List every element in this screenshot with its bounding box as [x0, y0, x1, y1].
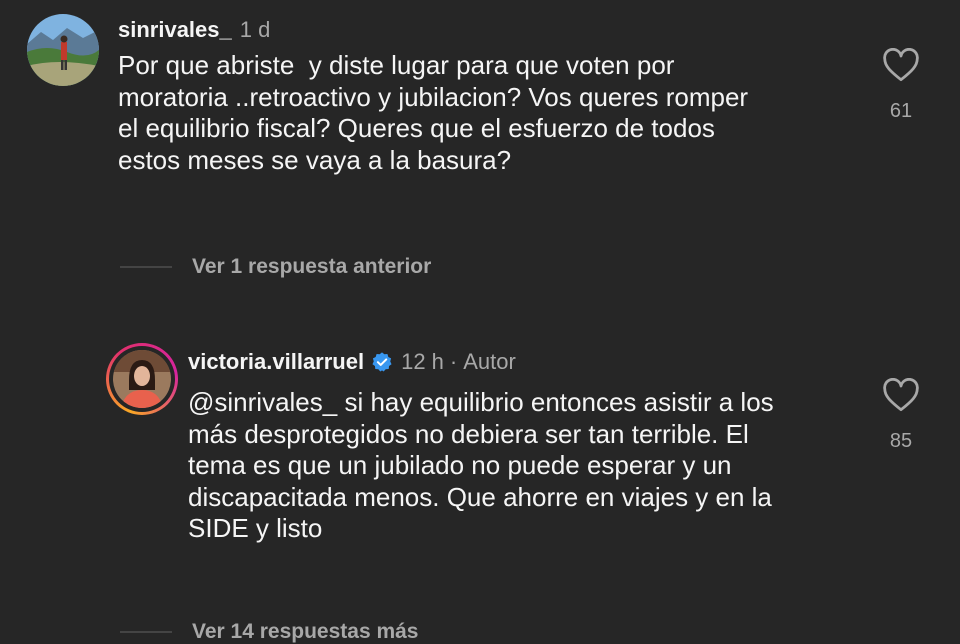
- comment-text: @sinrivales_ si hay equilibrio entonces …: [188, 387, 774, 543]
- verified-badge-icon: [371, 351, 393, 373]
- view-previous-replies[interactable]: Ver 1 respuesta anterior: [120, 255, 431, 279]
- author-label: Autor: [463, 349, 516, 374]
- like-count: 61: [889, 100, 913, 122]
- like-button[interactable]: 85: [871, 378, 931, 453]
- avatar[interactable]: [27, 14, 99, 86]
- view-more-replies[interactable]: Ver 14 respuestas más: [120, 620, 419, 644]
- avatar-story-ring[interactable]: [106, 343, 178, 415]
- comment-text: Por que abriste y diste lugar para que v…: [118, 50, 749, 175]
- divider: [120, 631, 172, 633]
- view-previous-replies-label[interactable]: Ver 1 respuesta anterior: [192, 255, 431, 279]
- view-more-replies-label[interactable]: Ver 14 respuestas más: [192, 620, 419, 644]
- comment-time: 12 h: [401, 349, 444, 374]
- separator: ·: [449, 349, 458, 374]
- comment-time: 1 d: [239, 17, 271, 42]
- comment-username[interactable]: sinrivales_: [118, 17, 232, 43]
- heart-outline-icon[interactable]: [871, 378, 931, 412]
- like-button[interactable]: 61: [871, 48, 931, 123]
- like-count: 85: [889, 430, 913, 452]
- divider: [120, 266, 172, 268]
- heart-outline-icon[interactable]: [871, 48, 931, 82]
- avatar: [113, 350, 171, 408]
- comment-username[interactable]: victoria.villarruel: [188, 349, 364, 375]
